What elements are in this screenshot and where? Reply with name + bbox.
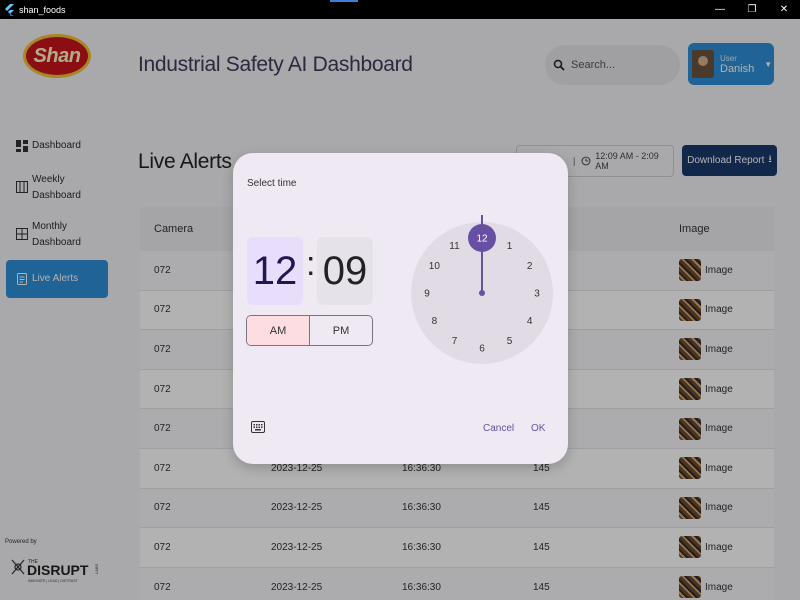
dial-number[interactable]: 5 [507, 336, 513, 347]
dial-number[interactable]: 9 [424, 289, 430, 300]
time-separator: : [306, 245, 316, 283]
dial-number[interactable]: 6 [479, 344, 485, 355]
dial-center [479, 290, 485, 296]
ok-button[interactable]: OK [531, 423, 545, 434]
am-toggle[interactable]: AM [247, 316, 310, 345]
dial-number[interactable]: 11 [449, 241, 460, 252]
dial-number[interactable]: 2 [527, 261, 533, 272]
hour-field[interactable]: 12 [247, 237, 303, 305]
titlebar-accent [330, 0, 358, 2]
minimize-button[interactable]: — [704, 0, 736, 19]
dial-number[interactable]: 12 [476, 234, 488, 245]
period-selector: AM PM [246, 315, 373, 346]
dialog-title: Select time [247, 178, 297, 189]
dial-number[interactable]: 3 [534, 289, 540, 300]
pm-toggle[interactable]: PM [310, 316, 372, 345]
cancel-button[interactable]: Cancel [483, 423, 514, 434]
keyboard-icon[interactable] [251, 421, 265, 433]
restore-button[interactable]: ❐ [736, 0, 768, 19]
dial-number[interactable]: 10 [429, 261, 441, 272]
dial-number[interactable]: 8 [432, 316, 438, 327]
window-title: shan_foods [19, 4, 66, 15]
time-picker-dialog: Select time 12 : 09 AM PM 12 1 2 3 4 5 6 7 8 9 10 1… [233, 153, 568, 464]
close-button[interactable]: ✕ [768, 0, 800, 19]
flutter-icon [3, 3, 15, 16]
dial-number[interactable]: 4 [527, 316, 533, 327]
clock-dial[interactable]: 121234567891011 [411, 193, 553, 392]
minute-field[interactable]: 09 [317, 237, 373, 305]
window-titlebar: shan_foods — ❐ ✕ [0, 0, 800, 19]
dial-number[interactable]: 1 [507, 241, 513, 252]
dial-number[interactable]: 7 [452, 336, 458, 347]
